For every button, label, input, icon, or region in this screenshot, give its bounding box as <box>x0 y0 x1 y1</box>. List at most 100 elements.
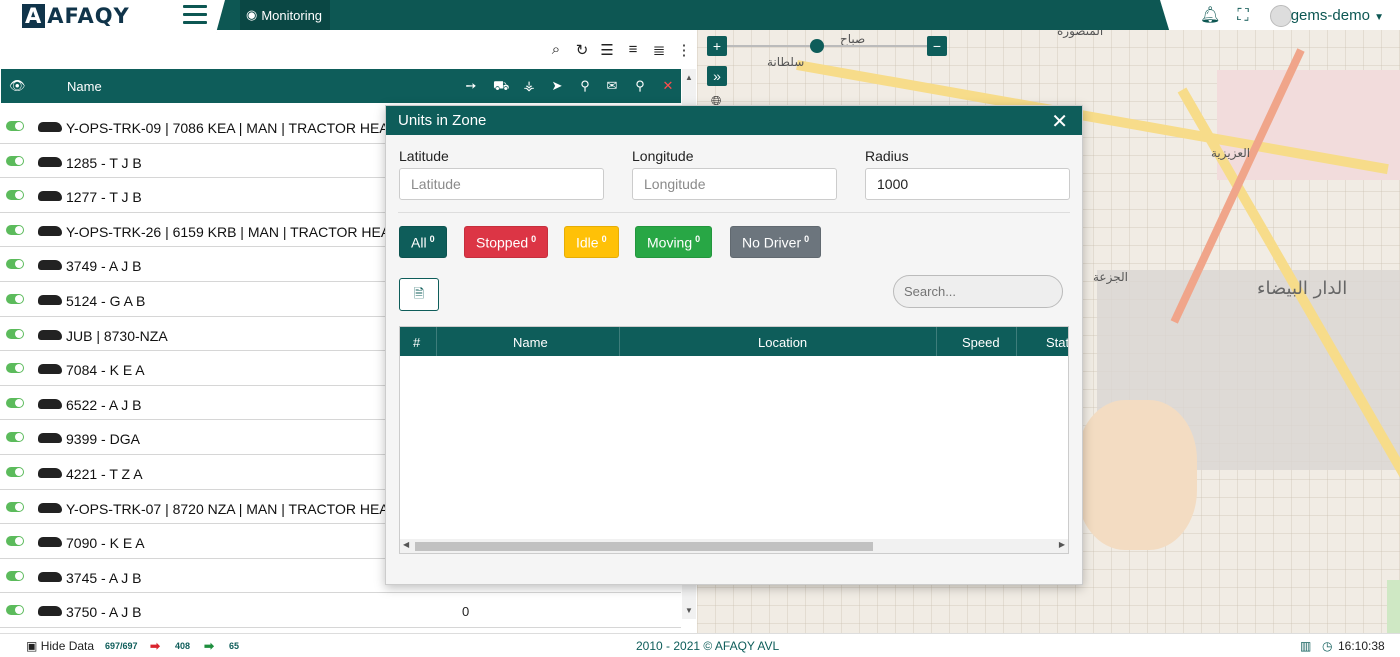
avatar[interactable] <box>1270 5 1292 27</box>
copyright: 2010 - 2021 © AFAQY AVL <box>636 639 780 653</box>
visibility-toggle[interactable] <box>6 466 24 477</box>
col-name[interactable]: Name <box>513 335 548 350</box>
filter-count: 0 <box>531 234 537 244</box>
column-name[interactable]: Name <box>67 79 102 94</box>
units-in-zone-dialog: Units in Zone ✕ Latitude Longitude Radiu… <box>385 105 1083 585</box>
excel-icon: 🗎 <box>413 286 425 301</box>
arrow-icon[interactable]: ➙ <box>463 78 479 94</box>
signal-icon[interactable]: ⚶ <box>521 78 537 94</box>
close-icon[interactable]: ✕ <box>1051 109 1068 134</box>
vehicle-icon[interactable]: ⛟ <box>493 78 509 96</box>
unit-name: 3750 - A J B <box>66 604 142 621</box>
moving-arrow-icon: ➡ <box>204 639 215 653</box>
refresh-icon[interactable]: ↻ <box>573 41 591 59</box>
visibility-toggle[interactable] <box>6 121 24 131</box>
filter-idle-button[interactable]: Idle 0 <box>564 226 619 258</box>
filter-stopped-button[interactable]: Stopped 0 <box>464 226 549 258</box>
visibility-toggle[interactable] <box>6 605 24 616</box>
visibility-toggle[interactable] <box>6 432 24 443</box>
add-list-icon[interactable]: ≡ <box>624 41 642 58</box>
bell-icon[interactable]: 🔔︎ <box>1200 7 1220 25</box>
latitude-input[interactable] <box>399 168 604 200</box>
list-icon[interactable]: ☰ <box>598 41 616 59</box>
zoom-slider[interactable] <box>727 45 937 47</box>
zoom-in-button[interactable]: + <box>707 36 727 56</box>
hide-data-button[interactable]: ▣ Hide Data <box>26 639 94 653</box>
visibility-toggle[interactable] <box>6 190 24 201</box>
car-icon <box>38 467 62 478</box>
scroll-thumb[interactable] <box>415 542 873 551</box>
logo[interactable]: A AFAQY <box>22 4 130 28</box>
map-label: المنصورة <box>1057 30 1104 38</box>
user-menu[interactable]: gems-demo ▼ <box>1291 7 1384 24</box>
unit-name: 4221 - T Z A <box>66 465 143 482</box>
visibility-toggle[interactable] <box>6 501 24 512</box>
tab-monitoring[interactable]: ◉ Monitoring <box>240 0 330 30</box>
expand-panel-button[interactable]: » <box>707 66 727 86</box>
forward-icon[interactable]: ➤ <box>549 78 565 94</box>
visibility-icon[interactable]: 👁︎ <box>9 78 26 94</box>
scroll-right-icon[interactable]: ▶ <box>1059 540 1065 549</box>
map-label: صباح <box>840 32 866 46</box>
visibility-toggle[interactable] <box>6 570 24 581</box>
search-icon[interactable]: ⌕ <box>547 41 565 58</box>
car-icon <box>38 364 62 375</box>
col-location[interactable]: Location <box>758 335 807 350</box>
unit-name: 1277 - T J B <box>66 189 142 206</box>
visibility-toggle[interactable] <box>6 259 24 270</box>
list-header: 👁︎ Name ➙ ⛟ ⚶ ➤ ⚲ ✉ ⚲ ✕ <box>1 69 681 103</box>
visibility-toggle[interactable] <box>6 363 24 374</box>
unit-value: 0 <box>462 604 470 620</box>
unit-name: Y-OPS-TRK-07 | 8720 NZA | MAN | TRACTOR … <box>66 500 399 517</box>
list-item[interactable]: 3750 - A J B 0 <box>0 593 681 628</box>
filter-label: Moving <box>647 234 693 251</box>
close-icon[interactable]: ✕ <box>660 78 676 94</box>
radius-input[interactable] <box>865 168 1070 200</box>
unit-name: 7084 - K E A <box>66 362 145 379</box>
unit-name: 7090 - K E A <box>66 535 145 552</box>
zoom-out-button[interactable]: − <box>927 36 947 56</box>
col-status[interactable]: Status <box>1046 335 1068 350</box>
visibility-toggle[interactable] <box>6 328 24 339</box>
scroll-down-icon[interactable]: ▼ <box>685 606 693 615</box>
visibility-toggle[interactable] <box>6 293 24 304</box>
zoom-knob[interactable] <box>810 39 824 53</box>
col-speed[interactable]: Speed <box>962 335 1000 350</box>
scroll-left-icon[interactable]: ◀ <box>403 540 409 549</box>
hide-icon: ▣ <box>26 639 38 653</box>
location-pin-icon[interactable]: ⚲ <box>632 78 648 94</box>
hamburger-menu-icon[interactable] <box>183 5 207 25</box>
visibility-toggle[interactable] <box>6 397 24 408</box>
checklist-icon[interactable]: ≣ <box>650 41 668 59</box>
export-excel-button[interactable]: 🗎 <box>399 278 439 311</box>
filter-count: 0 <box>429 234 435 244</box>
visibility-toggle[interactable] <box>6 536 24 547</box>
stopped-arrow-icon: ➡ <box>150 639 161 653</box>
more-vert-icon[interactable]: ⋮ <box>675 41 693 59</box>
logo-area: A AFAQY <box>0 0 225 33</box>
car-icon <box>38 191 62 202</box>
visibility-toggle[interactable] <box>6 155 24 166</box>
filter-all-button[interactable]: All 0 <box>399 226 447 258</box>
total-count: 697/697 <box>105 641 138 651</box>
longitude-input[interactable] <box>632 168 837 200</box>
scroll-up-icon[interactable]: ▲ <box>685 73 693 82</box>
filter-moving-button[interactable]: Moving 0 <box>635 226 713 258</box>
filter-label: Stopped <box>476 234 529 251</box>
map-label: الجزعة <box>1093 270 1128 284</box>
filter-no-driver-button[interactable]: No Driver 0 <box>730 226 822 258</box>
longitude-label: Longitude <box>632 148 694 164</box>
search-input[interactable] <box>893 275 1063 308</box>
unit-name: 3745 - A J B <box>66 569 142 586</box>
visibility-toggle[interactable] <box>6 224 24 235</box>
layout-icon[interactable]: ▥ <box>1300 639 1311 653</box>
satellite-icon[interactable]: ⚲ <box>577 78 593 94</box>
table-hscrollbar[interactable]: ◀ ▶ <box>400 539 1068 553</box>
table-header: # Name Location Speed Status <box>400 327 1068 356</box>
message-icon[interactable]: ✉ <box>604 78 620 94</box>
fullscreen-icon[interactable]: ⛶ <box>1234 7 1252 25</box>
car-icon <box>38 571 62 582</box>
car-icon <box>38 260 62 271</box>
unit-name: 6522 - A J B <box>66 396 142 413</box>
col-index[interactable]: # <box>413 335 420 350</box>
